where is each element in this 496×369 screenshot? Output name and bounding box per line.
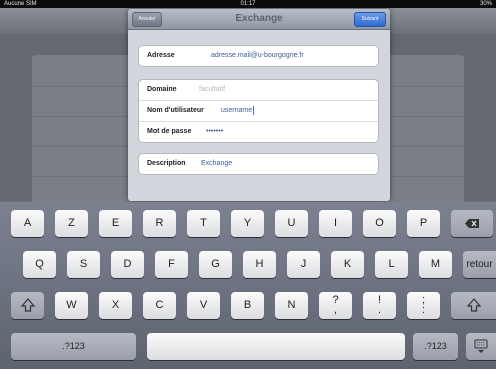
shift-left-key[interactable] xyxy=(11,292,44,319)
numbers-key-right[interactable]: .?123 xyxy=(413,333,458,360)
sheet-navbar: Annuler Exchange Suivant xyxy=(128,9,390,30)
shift-icon xyxy=(11,292,44,319)
username-value: username xyxy=(221,107,253,114)
key-z[interactable]: Z xyxy=(55,210,88,237)
numbers-key-left[interactable]: .?123 xyxy=(11,333,136,360)
sheet-title: Exchange xyxy=(235,13,283,24)
key-h[interactable]: H xyxy=(243,251,276,278)
key-i[interactable]: I xyxy=(319,210,352,237)
address-label: Adresse xyxy=(147,52,175,59)
key-e[interactable]: E xyxy=(99,210,132,237)
backspace-key[interactable] xyxy=(451,210,493,237)
key-m[interactable]: M xyxy=(419,251,452,278)
description-label: Description xyxy=(147,160,186,167)
key-a[interactable]: A xyxy=(11,210,44,237)
key-w[interactable]: W xyxy=(55,292,88,319)
key-exclaim-period[interactable]: ! . xyxy=(363,292,396,319)
domain-placeholder: facultatif xyxy=(199,86,226,93)
key-period-bottom: . xyxy=(377,304,382,316)
address-group: Adresse adresse.mail@u-bourgogne.fr xyxy=(138,45,379,67)
username-label: Nom d'utilisateur xyxy=(147,107,204,114)
credentials-group: Domaine facultatif Nom d'utilisateur use… xyxy=(138,79,379,143)
key-s[interactable]: S xyxy=(67,251,100,278)
password-value: ••••••• xyxy=(206,128,224,135)
dismiss-keyboard-key[interactable] xyxy=(466,333,496,360)
address-field[interactable]: Adresse adresse.mail@u-bourgogne.fr xyxy=(139,46,378,66)
key-t[interactable]: T xyxy=(187,210,220,237)
text-cursor xyxy=(253,105,255,115)
key-o[interactable]: O xyxy=(363,210,396,237)
key-y[interactable]: Y xyxy=(231,210,264,237)
shift-right-key[interactable] xyxy=(451,292,496,319)
status-time: 01:17 xyxy=(240,1,256,7)
key-j[interactable]: J xyxy=(287,251,320,278)
username-field[interactable]: Nom d'utilisateur username xyxy=(139,100,378,121)
key-q[interactable]: Q xyxy=(23,251,56,278)
key-v[interactable]: V xyxy=(187,292,220,319)
key-p[interactable]: P xyxy=(407,210,440,237)
battery-percent: 30% xyxy=(479,1,492,7)
key-c[interactable]: C xyxy=(143,292,176,319)
exchange-setup-sheet: Annuler Exchange Suivant Adresse adresse… xyxy=(128,9,390,201)
key-n[interactable]: N xyxy=(275,292,308,319)
key-b[interactable]: B xyxy=(231,292,264,319)
return-key[interactable]: retour xyxy=(463,251,496,278)
next-button[interactable]: Suivant xyxy=(354,12,386,27)
username-value-wrap: username xyxy=(221,101,255,121)
key-f[interactable]: F xyxy=(155,251,188,278)
description-value: Exchange xyxy=(201,160,233,167)
key-g[interactable]: G xyxy=(199,251,232,278)
key-semicolon-colon[interactable]: ; : xyxy=(407,292,440,319)
password-label: Mot de passe xyxy=(147,128,192,135)
status-bar: Aucune SIM 01:17 30% xyxy=(0,0,496,8)
key-d[interactable]: D xyxy=(111,251,144,278)
domain-label: Domaine xyxy=(147,86,177,93)
password-field[interactable]: Mot de passe ••••••• xyxy=(139,121,378,142)
key-colon-bottom: : xyxy=(421,304,426,316)
onscreen-keyboard: A Z E R T Y U I O P Q S D F G H J K L M … xyxy=(0,202,496,369)
description-field[interactable]: Description Exchange xyxy=(139,154,378,174)
backspace-icon xyxy=(451,210,493,237)
address-value: adresse.mail@u-bourgogne.fr xyxy=(211,52,304,59)
key-x[interactable]: X xyxy=(99,292,132,319)
key-comma-bottom: , xyxy=(333,304,338,316)
key-question-comma[interactable]: ? , xyxy=(319,292,352,319)
key-r[interactable]: R xyxy=(143,210,176,237)
key-u[interactable]: U xyxy=(275,210,308,237)
key-l[interactable]: L xyxy=(375,251,408,278)
space-bar[interactable] xyxy=(147,333,405,360)
keyboard-dismiss-icon xyxy=(466,333,496,360)
shift-icon xyxy=(451,292,496,319)
description-group: Description Exchange xyxy=(138,153,379,175)
domain-field[interactable]: Domaine facultatif xyxy=(139,80,378,100)
key-k[interactable]: K xyxy=(331,251,364,278)
